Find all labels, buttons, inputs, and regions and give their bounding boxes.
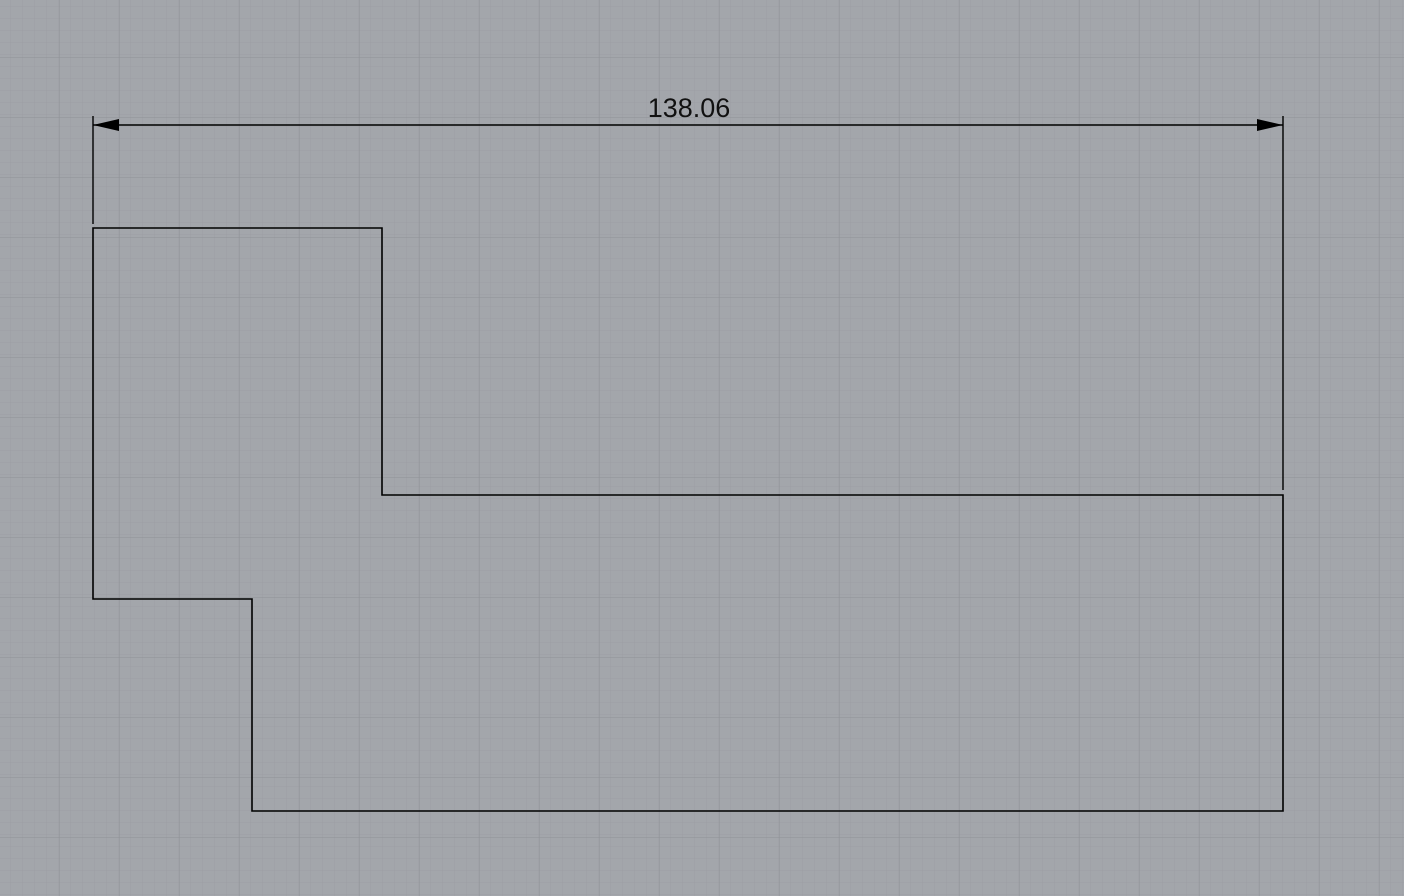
construction-grid bbox=[0, 0, 1404, 896]
cad-viewport[interactable]: 138.06 bbox=[0, 0, 1404, 896]
dimension-value: 138.06 bbox=[648, 93, 731, 123]
